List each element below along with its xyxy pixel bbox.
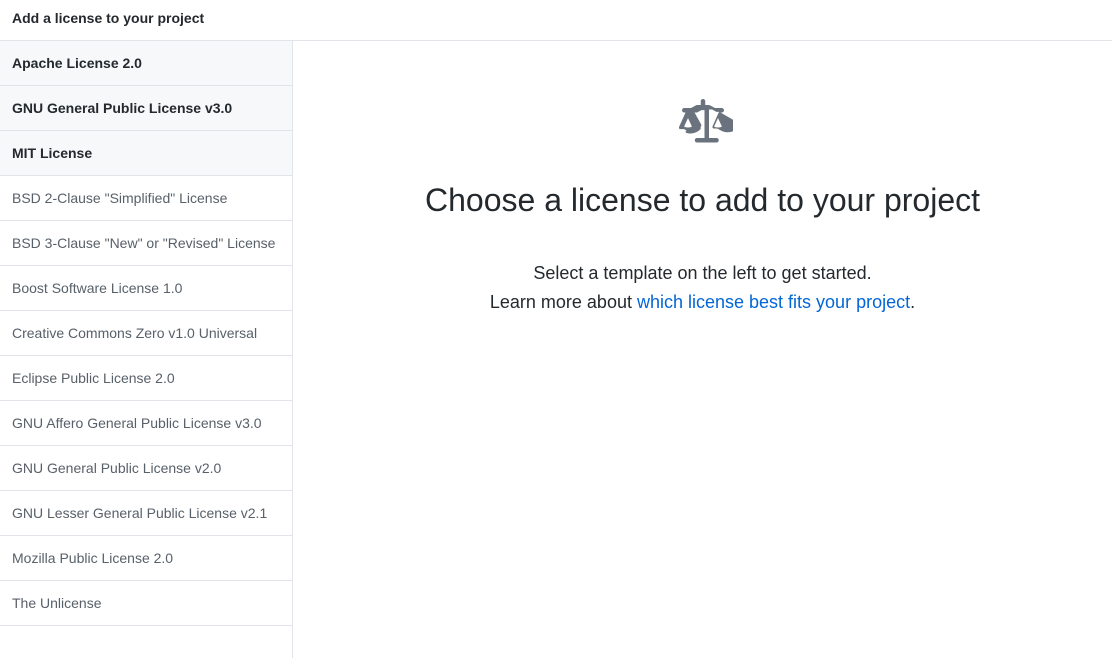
license-item[interactable]: GNU Affero General Public License v3.0 (0, 401, 292, 446)
license-item[interactable]: Creative Commons Zero v1.0 Universal (0, 311, 292, 356)
license-item[interactable]: Apache License 2.0 (0, 41, 292, 86)
license-item[interactable]: GNU General Public License v3.0 (0, 86, 292, 131)
license-item[interactable]: MIT License (0, 131, 292, 176)
content-container: Apache License 2.0GNU General Public Lic… (0, 41, 1112, 658)
license-item[interactable]: BSD 3-Clause "New" or "Revised" License (0, 221, 292, 266)
main-line2-suffix: . (910, 292, 915, 312)
license-item[interactable]: Mozilla Public License 2.0 (0, 536, 292, 581)
main-description: Select a template on the left to get sta… (490, 259, 915, 317)
main-panel: Choose a license to add to your project … (293, 41, 1112, 658)
license-item[interactable]: BSD 2-Clause "Simplified" License (0, 176, 292, 221)
license-sidebar: Apache License 2.0GNU General Public Lic… (0, 41, 293, 658)
license-item[interactable]: Boost Software License 1.0 (0, 266, 292, 311)
which-license-link[interactable]: which license best fits your project (637, 292, 910, 312)
license-item[interactable]: The Unlicense (0, 581, 292, 626)
scale-icon (673, 99, 733, 152)
license-item[interactable]: GNU Lesser General Public License v2.1 (0, 491, 292, 536)
license-item[interactable]: GNU General Public License v2.0 (0, 446, 292, 491)
main-heading: Choose a license to add to your project (425, 182, 980, 219)
license-item[interactable]: Eclipse Public License 2.0 (0, 356, 292, 401)
main-line2-prefix: Learn more about (490, 292, 637, 312)
page-title: Add a license to your project (0, 0, 1112, 41)
main-line1: Select a template on the left to get sta… (533, 263, 871, 283)
